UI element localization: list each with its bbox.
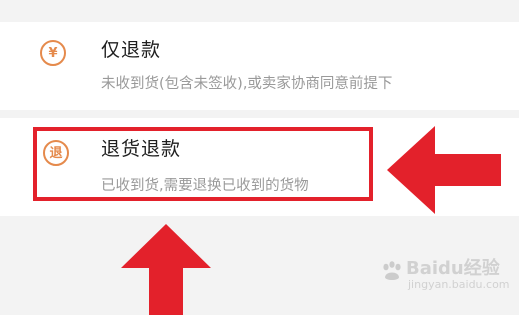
left-arrow-icon	[387, 126, 501, 214]
yen-return-icon: ¥	[40, 40, 66, 66]
option-refund-only[interactable]: ¥ 仅退款 未收到货(包含未签收),或卖家协商同意前提下	[0, 22, 519, 110]
watermark-brand: Baidu经验	[406, 258, 500, 279]
top-background-strip	[0, 0, 519, 22]
watermark-url: jingyan.baidu.com	[408, 278, 510, 291]
paw-icon	[383, 261, 401, 280]
refund-type-page: ¥ 仅退款 未收到货(包含未签收),或卖家协商同意前提下 退 退货退款 已收到货…	[0, 0, 519, 315]
up-arrow-icon	[121, 224, 211, 315]
highlight-box	[33, 127, 373, 201]
yen-glyph: ¥	[48, 45, 58, 61]
option-description: 未收到货(包含未签收),或卖家协商同意前提下	[101, 76, 393, 92]
option-title: 仅退款	[101, 39, 162, 61]
baidu-watermark: Baidu经验 jingyan.baidu.com	[378, 254, 510, 304]
